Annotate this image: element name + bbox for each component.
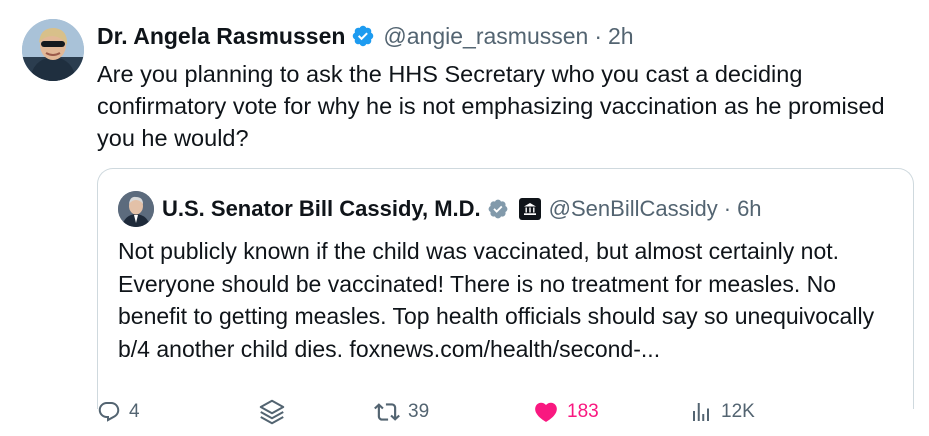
views-button[interactable]: 12K bbox=[689, 395, 755, 429]
separator-dot: · bbox=[723, 196, 732, 221]
reply-button[interactable]: 4 bbox=[97, 395, 140, 429]
heart-icon bbox=[535, 402, 557, 422]
grok-button[interactable] bbox=[257, 395, 295, 429]
quoted-author-name[interactable]: U.S. Senator Bill Cassidy, M.D. bbox=[162, 196, 481, 222]
quoted-author-handle[interactable]: @SenBillCassidy bbox=[549, 196, 718, 222]
quoted-tweet-card[interactable]: U.S. Senator Bill Cassidy, M.D. @SenBill… bbox=[97, 168, 914, 409]
author-avatar[interactable] bbox=[22, 19, 84, 81]
views-chart-icon bbox=[693, 403, 709, 421]
government-building-icon bbox=[518, 198, 541, 220]
repost-button[interactable]: 39 bbox=[374, 395, 429, 429]
author-name[interactable]: Dr. Angela Rasmussen bbox=[97, 23, 345, 50]
verified-badge-icon bbox=[487, 198, 509, 220]
repost-icon bbox=[374, 403, 400, 421]
repost-count: 39 bbox=[408, 401, 430, 422]
quoted-tweet-time[interactable]: 6h bbox=[737, 196, 761, 222]
reply-count: 4 bbox=[129, 401, 140, 422]
quoted-tweet-header: U.S. Senator Bill Cassidy, M.D. @SenBill… bbox=[162, 194, 762, 224]
layers-icon bbox=[259, 399, 285, 425]
quoted-tweet-text: Not publicly known if the child was vacc… bbox=[118, 238, 875, 362]
reply-icon bbox=[98, 402, 120, 422]
tweet-actions-bar: 4 39 183 12K bbox=[97, 395, 877, 429]
author-handle[interactable]: @angie_rasmussen bbox=[383, 23, 588, 50]
tweet-text: Are you planning to ask the HHS Secretar… bbox=[97, 61, 885, 151]
tweet-header: Dr. Angela Rasmussen @angie_rasmussen · … bbox=[97, 21, 634, 51]
quoted-author-avatar bbox=[118, 191, 154, 227]
like-count: 183 bbox=[567, 401, 599, 422]
views-count: 12K bbox=[721, 401, 755, 422]
like-button[interactable]: 183 bbox=[533, 395, 599, 429]
separator-dot: · bbox=[594, 22, 602, 49]
tweet-time[interactable]: 2h bbox=[608, 23, 634, 50]
verified-badge-icon bbox=[351, 24, 375, 48]
